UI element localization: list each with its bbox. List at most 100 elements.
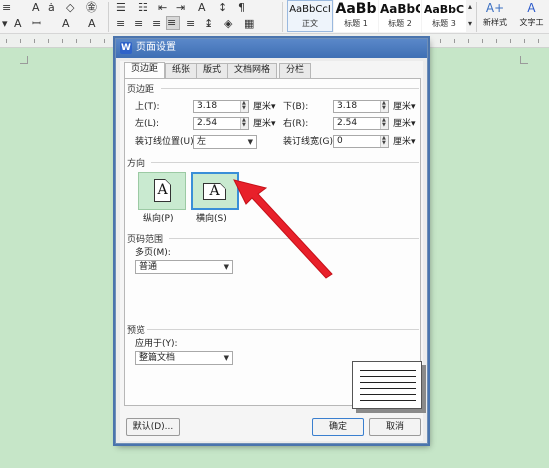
multiple-pages-select[interactable]: 普通 ▼ (135, 260, 233, 274)
phonetic-icon[interactable]: ㊎ (86, 2, 97, 14)
sort-icon[interactable]: ↕ (218, 2, 227, 14)
justify-icon[interactable]: ≡ (166, 16, 180, 30)
shading-icon[interactable]: ◈ (224, 18, 232, 30)
text-tool-label: 文字工 (519, 18, 544, 27)
new-style-button[interactable]: A+ 新样式 (478, 0, 512, 34)
gallery-down-icon[interactable]: ▾ (468, 18, 472, 30)
spin-buttons[interactable]: ▲ ▼ (380, 136, 388, 147)
font-color-a-icon[interactable]: A (62, 18, 70, 30)
gutter-width-label: 装订线宽(G): (283, 137, 337, 147)
ruler-tick (454, 39, 455, 43)
ruler-tick (20, 39, 21, 43)
font-color-icon[interactable]: ȧ (48, 2, 55, 14)
page-fold (165, 179, 171, 185)
preview-text-line (360, 376, 416, 377)
spin-buttons[interactable]: ▲ ▼ (240, 118, 248, 129)
right-margin-value: 2.54 (337, 118, 358, 128)
unit-label: 厘米 (393, 137, 412, 147)
text-tool-icon: Ａ (525, 1, 538, 15)
tab-margins[interactable]: 页边距 (124, 62, 166, 79)
spin-down-icon[interactable]: ▼ (382, 106, 386, 111)
preview-text-line (360, 394, 416, 395)
dialog-titlebar[interactable]: W 页面设置 (116, 39, 427, 58)
right-margin-input[interactable]: 2.54 ▲ ▼ (333, 117, 389, 130)
distribute-icon[interactable]: ≡ (186, 18, 195, 30)
gutter-width-input[interactable]: 0 ▲ ▼ (333, 135, 389, 148)
default-button[interactable]: 默认(D)... (126, 418, 180, 436)
spin-down-icon[interactable]: ▼ (382, 123, 386, 128)
margins-section-title: 页边距 (127, 85, 155, 95)
section-divider (147, 329, 419, 330)
number-list-icon[interactable]: ☷ (138, 2, 148, 14)
style-normal[interactable]: AaBbCcI 正文 (287, 0, 333, 32)
style-heading-1[interactable]: AaBb 标题 1 (334, 0, 378, 32)
spin-down-icon[interactable]: ▼ (242, 106, 246, 111)
align-right-icon[interactable]: ≡ (152, 18, 161, 30)
gutter-position-select[interactable]: 左 ▼ (193, 135, 257, 149)
ruler-tick (510, 39, 511, 43)
ruler-tick (440, 39, 441, 43)
tab-columns[interactable]: 分栏 (279, 63, 312, 78)
tab-document-grid[interactable]: 文档网格 (227, 63, 278, 78)
spin-buttons[interactable]: ▲ ▼ (380, 118, 388, 129)
section-divider (151, 162, 419, 163)
style-heading-2[interactable]: AaBbC 标题 2 (379, 0, 421, 32)
bottom-margin-label: 下(B): (283, 102, 309, 112)
left-margin-input[interactable]: 2.54 ▲ ▼ (193, 117, 249, 130)
align-center-icon[interactable]: ≡ (134, 18, 143, 30)
spin-buttons[interactable]: ▲ ▼ (380, 101, 388, 112)
margins-panel: 页边距 上(T): 3.18 ▲ ▼ 厘米▾ 下(B): 3.18 ▲ ▼ 厘米▾ … (124, 78, 426, 413)
landscape-label: 横向(S) (196, 214, 227, 224)
spin-buttons[interactable]: ▲ ▼ (240, 101, 248, 112)
align-left-icon[interactable]: ≡ (116, 18, 125, 30)
bottom-margin-input[interactable]: 3.18 ▲ ▼ (333, 100, 389, 113)
gutter-width-value: 0 (337, 136, 343, 146)
top-margin-input[interactable]: 3.18 ▲ ▼ (193, 100, 249, 113)
spin-down-icon[interactable]: ▼ (242, 123, 246, 128)
tab-paper[interactable]: 纸张 (165, 63, 198, 78)
unit-label: 厘米 (253, 102, 272, 112)
text-effect-icon[interactable]: A (32, 2, 40, 14)
top-margin-unit[interactable]: 厘米▾ (253, 101, 276, 113)
left-margin-label: 左(L): (135, 119, 160, 129)
apply-to-label: 应用于(Y): (135, 339, 178, 349)
show-marks-icon[interactable]: ¶ (238, 2, 245, 14)
tab-layout[interactable]: 版式 (196, 63, 229, 78)
unit-label: 厘米 (393, 119, 412, 129)
style-sample: AaBbC (380, 2, 420, 16)
left-margin-unit[interactable]: 厘米▾ (253, 118, 276, 130)
cancel-button[interactable]: 取消 (369, 418, 421, 436)
landscape-button[interactable]: A (191, 172, 239, 210)
ribbon-separator (476, 2, 477, 32)
line-spacing-icon[interactable]: ↨ (204, 18, 213, 30)
apply-to-select[interactable]: 整篇文档 ▼ (135, 351, 233, 365)
border-a-icon[interactable]: A (88, 18, 96, 30)
right-margin-unit[interactable]: 厘米▾ (393, 118, 416, 130)
outdent-icon[interactable]: ⇤ (158, 2, 167, 14)
text-tool-button[interactable]: Ａ 文字工 (514, 0, 549, 34)
spin-down-icon[interactable]: ▼ (382, 141, 386, 146)
ruler-tick (468, 39, 469, 43)
highlight-icon[interactable]: ▾ (2, 18, 8, 30)
portrait-button[interactable]: A (138, 172, 186, 210)
font-size-icon[interactable]: A (14, 18, 22, 30)
gallery-up-icon[interactable]: ▴ (468, 1, 472, 13)
ruler-tick (496, 39, 497, 43)
eraser-icon[interactable]: ◇ (66, 2, 74, 14)
bottom-margin-unit[interactable]: 厘米▾ (393, 101, 416, 113)
multiple-pages-value: 普通 (139, 262, 158, 272)
ruler-tick (482, 39, 483, 43)
indent-icon[interactable]: ⇥ (176, 2, 185, 14)
underline-icon[interactable]: ≡ (2, 2, 11, 14)
text-direction-icon[interactable]: A (198, 2, 206, 14)
style-heading-3[interactable]: AaBbC 标题 3 (422, 0, 466, 32)
dialog-title: 页面设置 (136, 42, 176, 53)
style-name: 标题 3 (432, 19, 456, 28)
chevron-down-icon: ▼ (223, 354, 229, 362)
gutter-width-unit[interactable]: 厘米▾ (393, 136, 416, 148)
clear-format-icon[interactable]: ꟷ (32, 18, 41, 30)
bullet-list-icon[interactable]: ☰ (116, 2, 126, 14)
ok-button[interactable]: 确定 (312, 418, 364, 436)
ribbon-separator (282, 2, 283, 32)
borders-icon[interactable]: ▦ (244, 18, 254, 30)
